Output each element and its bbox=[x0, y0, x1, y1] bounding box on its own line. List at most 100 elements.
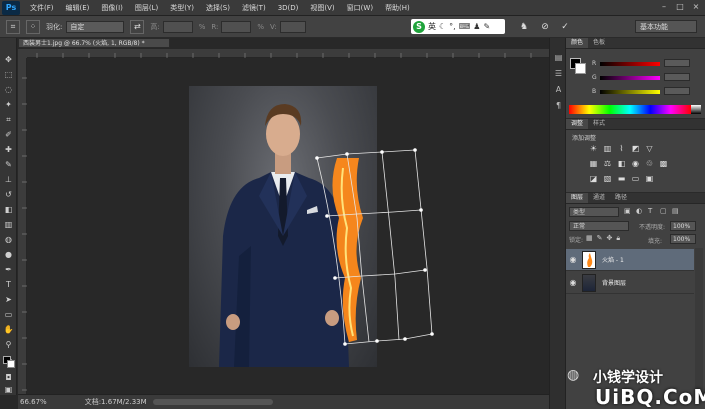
punctuation-icon[interactable]: °, bbox=[449, 22, 456, 31]
bend-field[interactable] bbox=[162, 20, 193, 33]
hue-saturation-icon[interactable]: ▦ bbox=[588, 158, 599, 169]
menu-filter[interactable]: 滤镜(T) bbox=[236, 3, 272, 13]
transform-tool-icon[interactable]: ⌗ bbox=[6, 19, 20, 34]
opacity-input[interactable]: 100% bbox=[670, 221, 696, 231]
red-value[interactable] bbox=[664, 59, 690, 67]
invert-icon[interactable]: ◪ bbox=[588, 173, 599, 184]
menu-edit[interactable]: 编辑(E) bbox=[60, 3, 96, 13]
pen-tool-icon[interactable]: ✒ bbox=[3, 264, 14, 275]
commit-transform-icon[interactable]: ✓ bbox=[558, 20, 572, 34]
moon-icon[interactable]: ☾ bbox=[439, 22, 446, 31]
panel-background-swatch[interactable] bbox=[575, 63, 586, 74]
vibrance-icon[interactable]: ▽ bbox=[644, 143, 655, 154]
layer-row-fire[interactable]: ◉ 火焰 - 1 bbox=[566, 249, 694, 271]
menu-3d[interactable]: 3D(D) bbox=[272, 4, 305, 12]
fill-input[interactable]: 100% bbox=[670, 234, 696, 244]
gradient-map-icon[interactable]: ▭ bbox=[630, 173, 641, 184]
path-select-tool-icon[interactable]: ➤ bbox=[3, 294, 14, 305]
menu-help[interactable]: 帮助(H) bbox=[379, 3, 416, 13]
eyedropper-tool-icon[interactable]: ✐ bbox=[3, 129, 14, 140]
menu-file[interactable]: 文件(F) bbox=[24, 3, 60, 13]
red-slider[interactable]: R bbox=[592, 59, 702, 68]
skin-icon[interactable]: ♟ bbox=[473, 22, 480, 31]
layer-row-background[interactable]: ◉ 背景图层 bbox=[566, 272, 694, 294]
character-panel-icon[interactable]: A bbox=[553, 84, 564, 95]
background-color-swatch[interactable] bbox=[7, 360, 15, 368]
posterize-icon[interactable]: ▧ bbox=[602, 173, 613, 184]
blue-slider[interactable]: B bbox=[592, 87, 702, 96]
pixel-filter-icon[interactable]: ▣ bbox=[624, 207, 632, 216]
menu-image[interactable]: 图像(I) bbox=[95, 3, 129, 13]
keyboard-icon[interactable]: ⌨ bbox=[459, 22, 471, 31]
smart-filter-icon[interactable]: ▤ bbox=[672, 207, 680, 216]
document-tab[interactable]: 西装男士1.jpg @ 66.7% (火焰, 1, RGB/8) * bbox=[18, 38, 170, 48]
photo-filter-icon[interactable]: ◉ bbox=[630, 158, 641, 169]
green-track[interactable] bbox=[600, 76, 660, 80]
gradient-tool-icon[interactable]: ▥ bbox=[3, 219, 14, 230]
green-value[interactable] bbox=[664, 73, 690, 81]
threshold-icon[interactable]: ▬ bbox=[616, 173, 627, 184]
lock-all-icon[interactable]: 🔒︎ bbox=[616, 234, 620, 243]
color-spectrum[interactable] bbox=[569, 105, 701, 114]
cancel-transform-icon[interactable]: ⊘ bbox=[538, 20, 552, 34]
levels-icon[interactable]: ▥ bbox=[602, 143, 613, 154]
black-white-icon[interactable]: ◧ bbox=[616, 158, 627, 169]
tab-styles[interactable]: 样式 bbox=[588, 119, 610, 129]
maximize-icon[interactable]: □ bbox=[675, 2, 685, 12]
exposure-icon[interactable]: ◩ bbox=[630, 143, 641, 154]
lock-move-icon[interactable]: ✥ bbox=[607, 234, 613, 243]
color-lookup-icon[interactable]: ▩ bbox=[658, 158, 669, 169]
visibility-eye-icon[interactable]: ◉ bbox=[566, 278, 580, 287]
text-filter-icon[interactable]: T bbox=[648, 207, 656, 216]
tab-paths[interactable]: 路径 bbox=[610, 193, 632, 203]
quick-mask-icon[interactable]: ◘ bbox=[3, 372, 14, 383]
type-tool-icon[interactable]: T bbox=[3, 279, 14, 290]
paragraph-panel-icon[interactable]: ¶ bbox=[553, 100, 564, 111]
ime-language[interactable]: 英 bbox=[428, 21, 436, 32]
blend-mode-select[interactable]: 正常 bbox=[569, 221, 629, 231]
crop-tool-icon[interactable]: ⌗ bbox=[3, 114, 14, 125]
layer-filter-select[interactable]: 类型 bbox=[569, 207, 619, 217]
h-distort-field[interactable] bbox=[221, 20, 252, 33]
lock-pixels-icon[interactable]: ▦ bbox=[586, 234, 593, 243]
hand-tool-icon[interactable]: ✋ bbox=[3, 324, 14, 335]
marquee-tool-icon[interactable]: ⬚ bbox=[3, 69, 14, 80]
puppet-warp-icon[interactable]: ♞ bbox=[517, 20, 531, 34]
healing-tool-icon[interactable]: ✚ bbox=[3, 144, 14, 155]
sogou-logo-icon[interactable]: S bbox=[413, 20, 425, 33]
blue-track[interactable] bbox=[600, 90, 660, 94]
move-tool-icon[interactable]: ✥ bbox=[3, 54, 14, 65]
visibility-eye-icon[interactable]: ◉ bbox=[566, 255, 580, 264]
curves-icon[interactable]: ⌇ bbox=[616, 143, 627, 154]
history-panel-icon[interactable]: ▤ bbox=[553, 52, 564, 63]
stamp-tool-icon[interactable]: ⊥ bbox=[3, 174, 14, 185]
tab-color[interactable]: 颜色 bbox=[566, 38, 589, 48]
menu-view[interactable]: 视图(V) bbox=[304, 3, 340, 13]
green-slider[interactable]: G bbox=[592, 73, 702, 82]
menu-window[interactable]: 窗口(W) bbox=[341, 3, 379, 13]
adjust-filter-icon[interactable]: ◐ bbox=[636, 207, 644, 216]
eraser-tool-icon[interactable]: ◧ bbox=[3, 204, 14, 215]
v-distort-field[interactable] bbox=[279, 20, 306, 33]
warp-orientation-icon[interactable]: ⇄ bbox=[130, 19, 145, 34]
channel-mixer-icon[interactable]: ♲ bbox=[644, 158, 655, 169]
history-brush-icon[interactable]: ↺ bbox=[3, 189, 14, 200]
red-track[interactable] bbox=[600, 62, 660, 66]
properties-panel-icon[interactable]: ☰ bbox=[553, 68, 564, 79]
tab-layers[interactable]: 图层 bbox=[566, 193, 589, 203]
dodge-tool-icon[interactable]: ● bbox=[3, 249, 14, 260]
screen-mode-icon[interactable]: ▣ bbox=[3, 384, 14, 395]
menu-select[interactable]: 选择(S) bbox=[200, 3, 236, 13]
blue-value[interactable] bbox=[664, 87, 690, 95]
brightness-icon[interactable]: ☀ bbox=[588, 143, 599, 154]
zoom-tool-icon[interactable]: ⚲ bbox=[3, 339, 14, 350]
brush-tool-icon[interactable]: ✎ bbox=[3, 159, 14, 170]
horizontal-scrollbar[interactable] bbox=[153, 399, 273, 405]
shape-filter-icon[interactable]: ▢ bbox=[660, 207, 668, 216]
tab-channels[interactable]: 通道 bbox=[588, 193, 610, 203]
color-balance-icon[interactable]: ⚖ bbox=[602, 158, 613, 169]
warp-transform-overlay[interactable] bbox=[27, 58, 549, 394]
wrench-icon[interactable]: ✎ bbox=[483, 22, 490, 31]
shape-tool-icon[interactable]: ▭ bbox=[3, 309, 14, 320]
selective-color-icon[interactable]: ▣ bbox=[644, 173, 655, 184]
